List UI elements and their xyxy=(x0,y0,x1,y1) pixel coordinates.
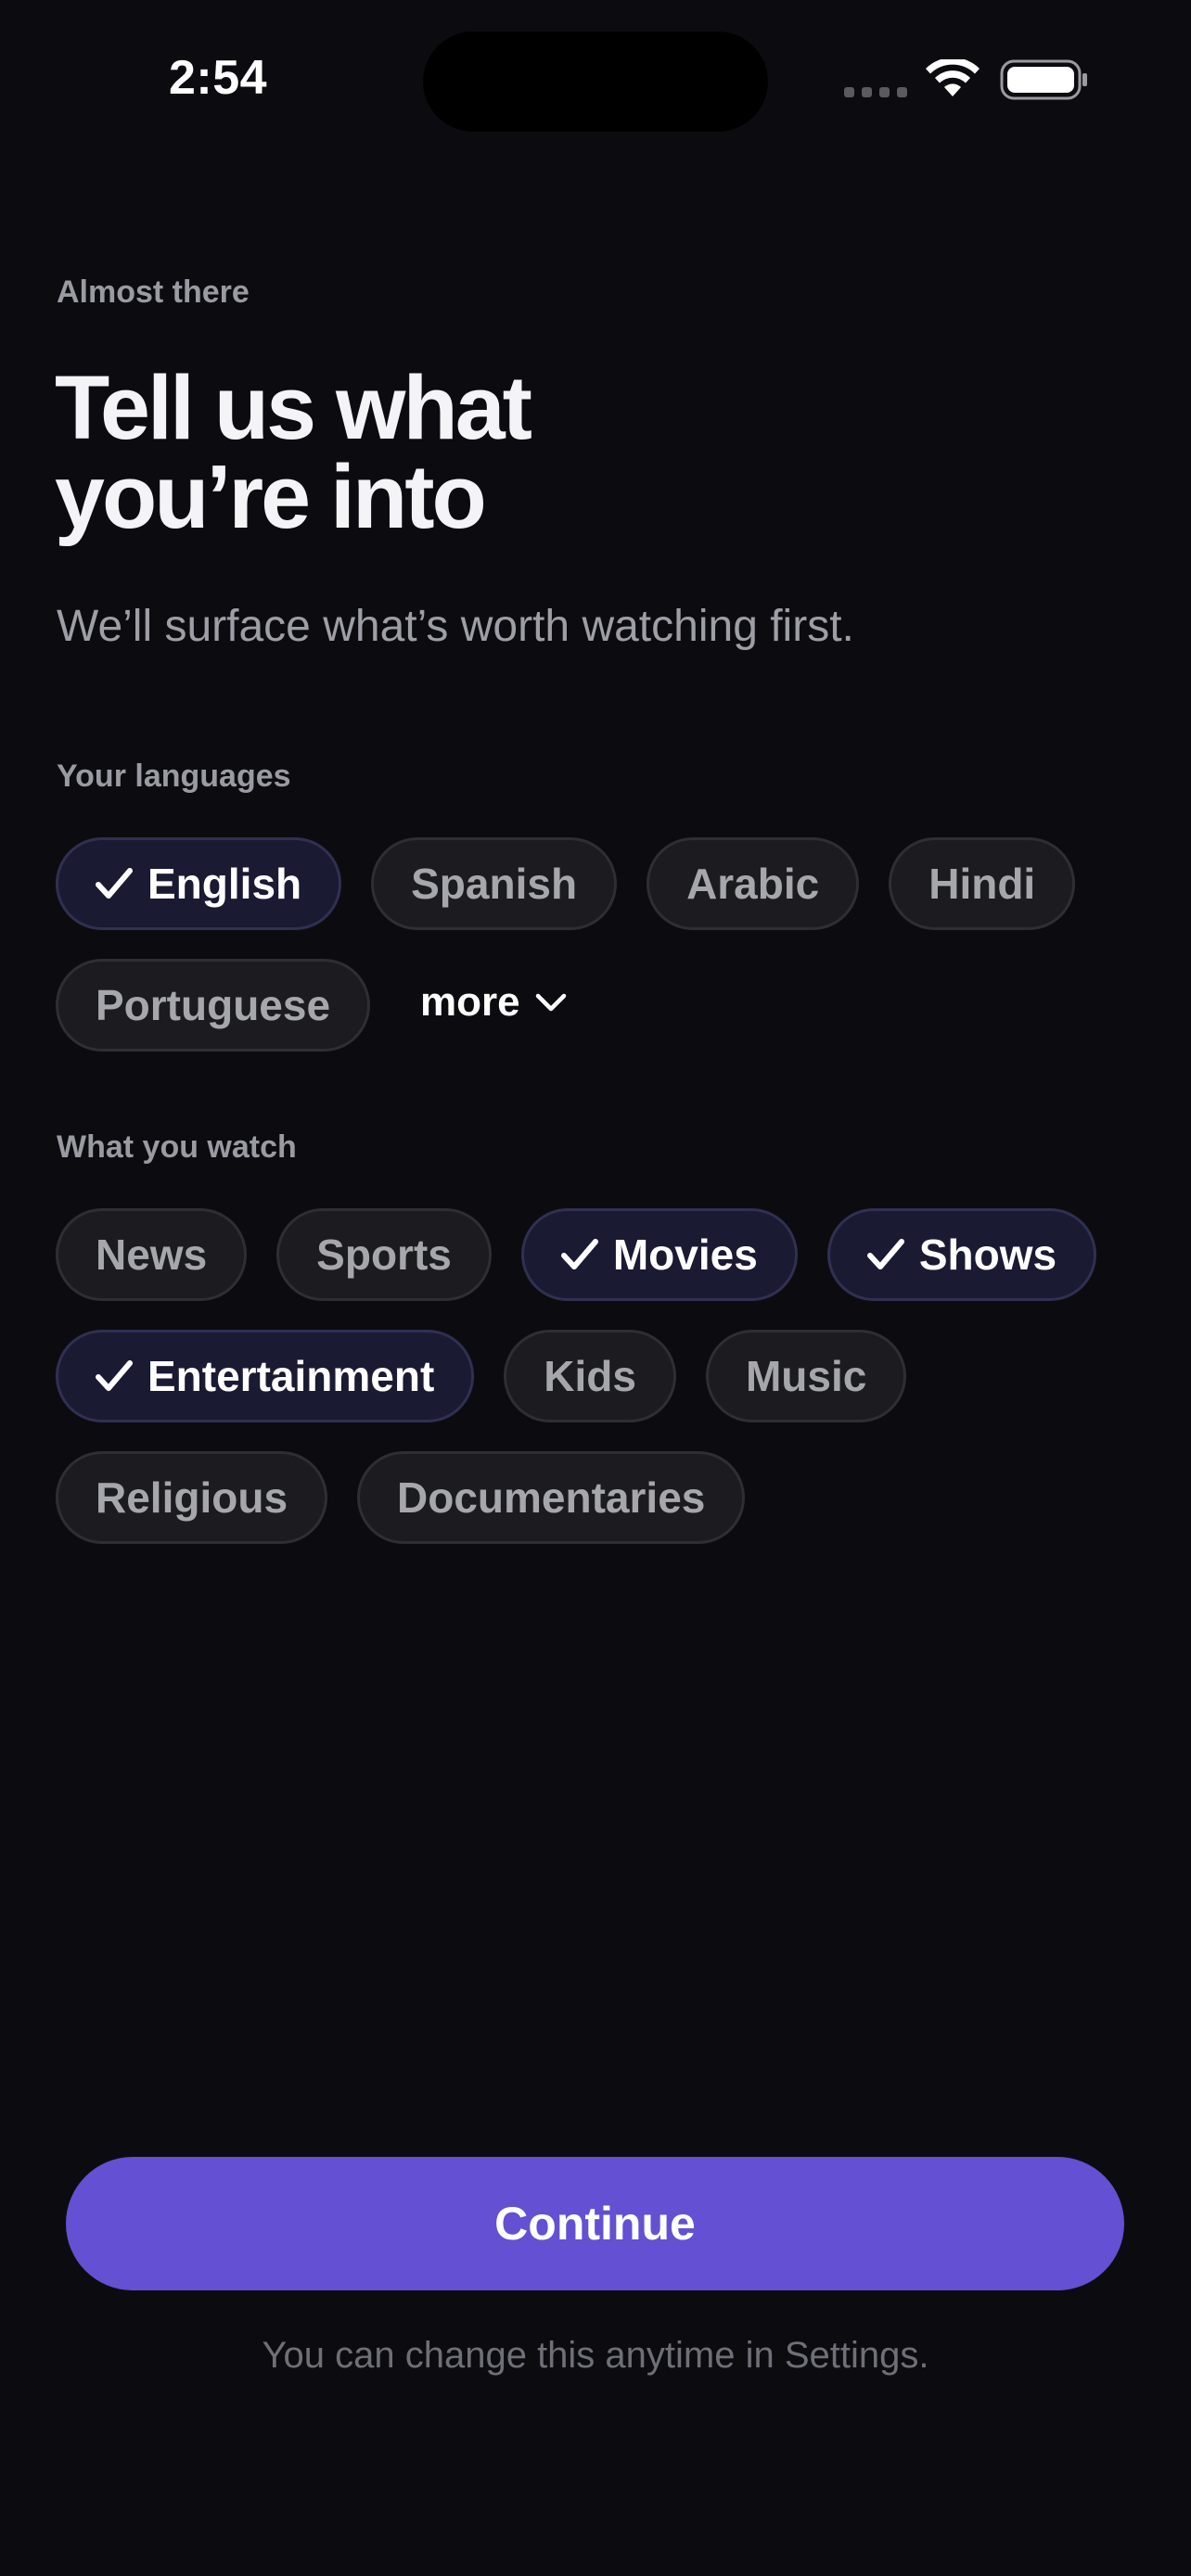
chip-interest-movies[interactable]: Movies xyxy=(520,1208,798,1301)
wifi-icon xyxy=(926,59,980,96)
chevron-down-icon xyxy=(535,993,566,1012)
continue-button[interactable]: Continue xyxy=(66,2157,1124,2290)
cellular-signal-icon xyxy=(844,87,907,97)
chip-label: Kids xyxy=(544,1352,636,1400)
chip-language-portuguese[interactable]: Portuguese xyxy=(56,959,371,1052)
check-icon xyxy=(560,1239,598,1269)
chip-label: Shows xyxy=(918,1231,1057,1279)
interests-chip-row-3: Religious Documentaries xyxy=(56,1451,746,1544)
chip-label: Spanish xyxy=(411,860,578,908)
more-languages-button[interactable]: more xyxy=(400,979,567,1026)
check-icon xyxy=(96,868,133,899)
page-title: Tell us what you’re into xyxy=(55,357,532,547)
interests-chip-row-1: News Sports Movies Shows xyxy=(56,1208,1097,1301)
chip-label: Movies xyxy=(612,1231,758,1279)
page-subtitle: We’ll surface what’s worth watching firs… xyxy=(57,602,854,651)
chip-label: Sports xyxy=(316,1231,452,1279)
chip-interest-news[interactable]: News xyxy=(56,1208,248,1301)
chip-interest-religious[interactable]: Religious xyxy=(56,1451,328,1544)
chip-interest-sports[interactable]: Sports xyxy=(276,1208,492,1301)
chip-interest-entertainment[interactable]: Entertainment xyxy=(56,1330,475,1422)
chip-label: Arabic xyxy=(686,860,820,908)
languages-chip-row: English Spanish Arabic Hindi xyxy=(56,837,1076,930)
interests-chip-row-2: Entertainment Kids Music xyxy=(56,1330,907,1422)
chip-label: Music xyxy=(745,1352,867,1400)
battery-icon xyxy=(1000,59,1087,100)
chip-label: Entertainment xyxy=(147,1352,435,1400)
chip-interest-music[interactable]: Music xyxy=(705,1330,907,1422)
languages-section-label: Your languages xyxy=(57,759,291,794)
chip-label: Portuguese xyxy=(96,981,331,1029)
chip-label: Religious xyxy=(96,1473,288,1522)
dynamic-island xyxy=(423,32,768,132)
chip-label: Documentaries xyxy=(397,1473,706,1522)
languages-chip-row-2: Portuguese more xyxy=(56,959,567,1052)
chip-language-hindi[interactable]: Hindi xyxy=(889,837,1076,930)
eyebrow-label: Almost there xyxy=(57,274,250,310)
check-icon xyxy=(96,1360,133,1391)
check-icon xyxy=(866,1239,904,1269)
status-time: 2:54 xyxy=(169,51,268,105)
chip-interest-kids[interactable]: Kids xyxy=(504,1330,676,1422)
chip-language-english[interactable]: English xyxy=(56,837,342,930)
chip-label: English xyxy=(147,860,302,908)
chip-interest-documentaries[interactable]: Documentaries xyxy=(357,1451,746,1544)
chip-interest-shows[interactable]: Shows xyxy=(826,1208,1097,1301)
chip-label: News xyxy=(96,1231,208,1279)
settings-note: You can change this anytime in Settings. xyxy=(262,2335,929,2376)
chip-label: Hindi xyxy=(928,860,1036,908)
more-label: more xyxy=(420,979,520,1025)
interests-section-label: What you watch xyxy=(57,1129,297,1165)
chip-language-spanish[interactable]: Spanish xyxy=(371,837,618,930)
status-bar: 2:54 xyxy=(0,0,1191,158)
chip-language-arabic[interactable]: Arabic xyxy=(647,837,860,930)
